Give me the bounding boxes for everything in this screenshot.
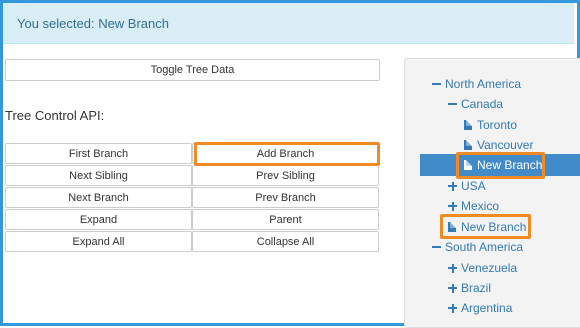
tree-node-venezuela[interactable]: Venezuela: [448, 259, 517, 277]
tree-node-label: Argentina: [461, 301, 513, 315]
prev-sibling-button[interactable]: Prev Sibling: [192, 165, 379, 186]
tree-node-label: Venezuela: [461, 261, 518, 275]
selection-alert-text: You selected: New Branch: [17, 16, 170, 31]
tree-node-mexico[interactable]: Mexico: [448, 197, 499, 215]
next-sibling-button[interactable]: Next Sibling: [5, 165, 192, 186]
tree-node-label: Canada: [461, 97, 504, 111]
collapse-icon[interactable]: [432, 246, 441, 248]
add-branch-highlight: [194, 142, 380, 166]
expand-icon[interactable]: [448, 303, 457, 313]
collapse-all-button[interactable]: Collapse All: [192, 231, 379, 252]
tree-control-api-label: Tree Control API:: [5, 108, 105, 123]
collapse-icon[interactable]: [432, 83, 441, 85]
new-branch-canada-highlight: [456, 152, 545, 179]
tree-node-argentina[interactable]: Argentina: [448, 299, 512, 317]
tree-node-usa[interactable]: USA: [448, 177, 486, 195]
tree-node-label: Toronto: [477, 118, 518, 132]
toggle-tree-data-button[interactable]: Toggle Tree Data: [5, 59, 380, 81]
tree-node-canada[interactable]: Canada: [448, 95, 503, 113]
tree-node-label: Brazil: [461, 281, 492, 295]
tree-node-label: Vancouver: [477, 138, 534, 152]
expand-button[interactable]: Expand: [5, 209, 192, 230]
tree-node-label: USA: [461, 179, 486, 193]
first-branch-button[interactable]: First Branch: [5, 143, 192, 164]
parent-button[interactable]: Parent: [192, 209, 379, 230]
prev-branch-button[interactable]: Prev Branch: [192, 187, 379, 208]
tree-node-north-america[interactable]: North America: [432, 75, 521, 93]
next-branch-button[interactable]: Next Branch: [5, 187, 192, 208]
expand-all-button[interactable]: Expand All: [5, 231, 192, 252]
tree-node-toronto[interactable]: Toronto: [464, 116, 517, 134]
file-icon: [464, 120, 472, 130]
new-branch-north-america-highlight: [440, 214, 531, 239]
expand-icon[interactable]: [448, 201, 457, 211]
file-icon: [464, 140, 472, 150]
expand-icon[interactable]: [448, 283, 457, 293]
tree-node-brazil[interactable]: Brazil: [448, 279, 491, 297]
tree-node-label: Mexico: [461, 199, 500, 213]
collapse-icon[interactable]: [448, 103, 457, 105]
tree-node-south-america[interactable]: South America: [432, 238, 523, 256]
expand-icon[interactable]: [448, 263, 457, 273]
selection-alert: You selected: New Branch: [3, 3, 574, 44]
expand-icon[interactable]: [448, 181, 457, 191]
tree-node-label: North America: [445, 77, 522, 91]
tree-node-label: South America: [445, 240, 524, 254]
